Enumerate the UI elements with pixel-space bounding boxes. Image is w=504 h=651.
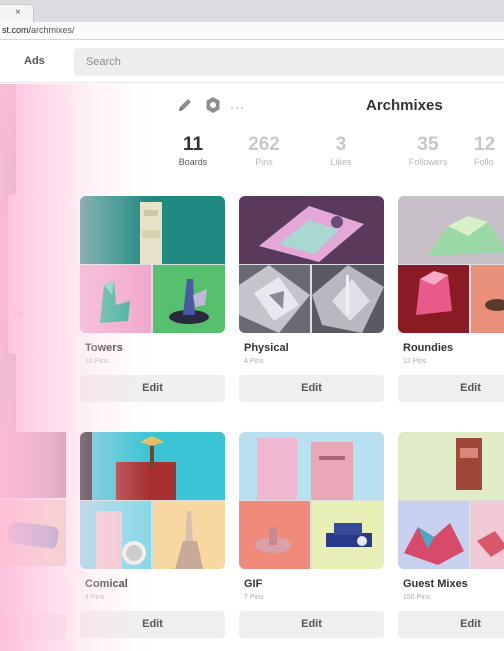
stat-likes[interactable]: 3 Likes [311,134,371,167]
board-cover-image [471,265,504,333]
board-cover-image [398,265,469,333]
board-cover[interactable] [80,196,225,333]
board-cover[interactable] [398,196,504,333]
board-pin-count: 4 Pins [244,358,264,365]
board-title[interactable]: Towers [85,342,123,354]
edit-board-button[interactable]: Edit [80,375,225,402]
board-cover-image [153,265,225,333]
board-title[interactable]: Guest Mixes [403,578,468,590]
board-cover[interactable] [80,432,225,569]
board-title[interactable]: Roundies [403,342,453,354]
board-title[interactable]: Comical [85,578,128,590]
board-cover-image [80,265,151,333]
stat-followers[interactable]: 35 Followers [398,134,458,167]
board-cover-image [80,501,151,569]
board-cover[interactable] [239,196,384,333]
board-title[interactable]: Physical [244,342,289,354]
gear-icon[interactable] [204,96,222,119]
board-cover-main-image [398,432,504,500]
site-header: Ads Search [0,41,504,83]
board-cover-image [153,501,225,569]
profile-name: Archmixes [366,97,443,114]
board-pin-count: 12 Pins [403,358,427,365]
board-cover[interactable] [398,432,504,569]
board-pin-count: 4 Pins [85,594,105,601]
edit-board-button[interactable]: Edit [239,375,384,402]
board-cover-main-image [80,196,225,264]
board-cover-image [239,501,310,569]
board-cover-image [312,265,384,333]
edit-board-button[interactable]: Edit [239,611,384,638]
ghost-card [8,194,64,354]
board-cover-main-image [80,432,225,500]
edit-board-button[interactable]: Edit [398,611,504,638]
board-cover-image [398,501,469,569]
board-cover-image [471,501,504,569]
board-cover[interactable] [239,432,384,569]
board-cover-image [312,501,384,569]
board-cover-main-image [239,196,384,264]
stat-pins[interactable]: 262 Pins [234,134,294,167]
close-tab-icon[interactable]: × [15,7,21,19]
profile-stats: 11 Boards 262 Pins 3 Likes 35 Followers … [0,134,504,174]
pencil-icon[interactable] [176,96,194,119]
edit-board-button[interactable]: Edit [80,611,225,638]
search-placeholder: Search [86,56,121,68]
board-cover-main-image [239,432,384,500]
board-pin-count: 7 Pins [244,594,264,601]
board-pin-count: 150 Pins [403,594,431,601]
ads-link[interactable]: Ads [24,55,45,67]
browser-tab[interactable]: × [0,4,34,22]
stat-following[interactable]: 12 Follo [474,134,504,167]
board-title[interactable]: GIF [244,578,262,590]
ghost-board-image-top[interactable] [0,432,66,498]
address-bar[interactable]: st.com/archmixes/ [0,22,504,40]
stat-boards[interactable]: 11 Boards [163,134,223,167]
ghost-edit-button[interactable] [0,614,66,640]
search-input[interactable]: Search [74,48,504,76]
board-cover-main-image [398,196,504,264]
url-text: st.com/archmixes/ [2,25,75,35]
board-pin-count: 10 Pins [85,358,109,365]
edit-board-button[interactable]: Edit [398,375,504,402]
browser-tab-bar: × [0,0,504,22]
ghost-partial-text: rd [14,309,23,320]
profile-page: rd ··· Archmixes 11 Boards 262 Pins 3 Li… [0,84,504,651]
board-cover-image [239,265,310,333]
more-icon[interactable]: ··· [230,100,245,114]
